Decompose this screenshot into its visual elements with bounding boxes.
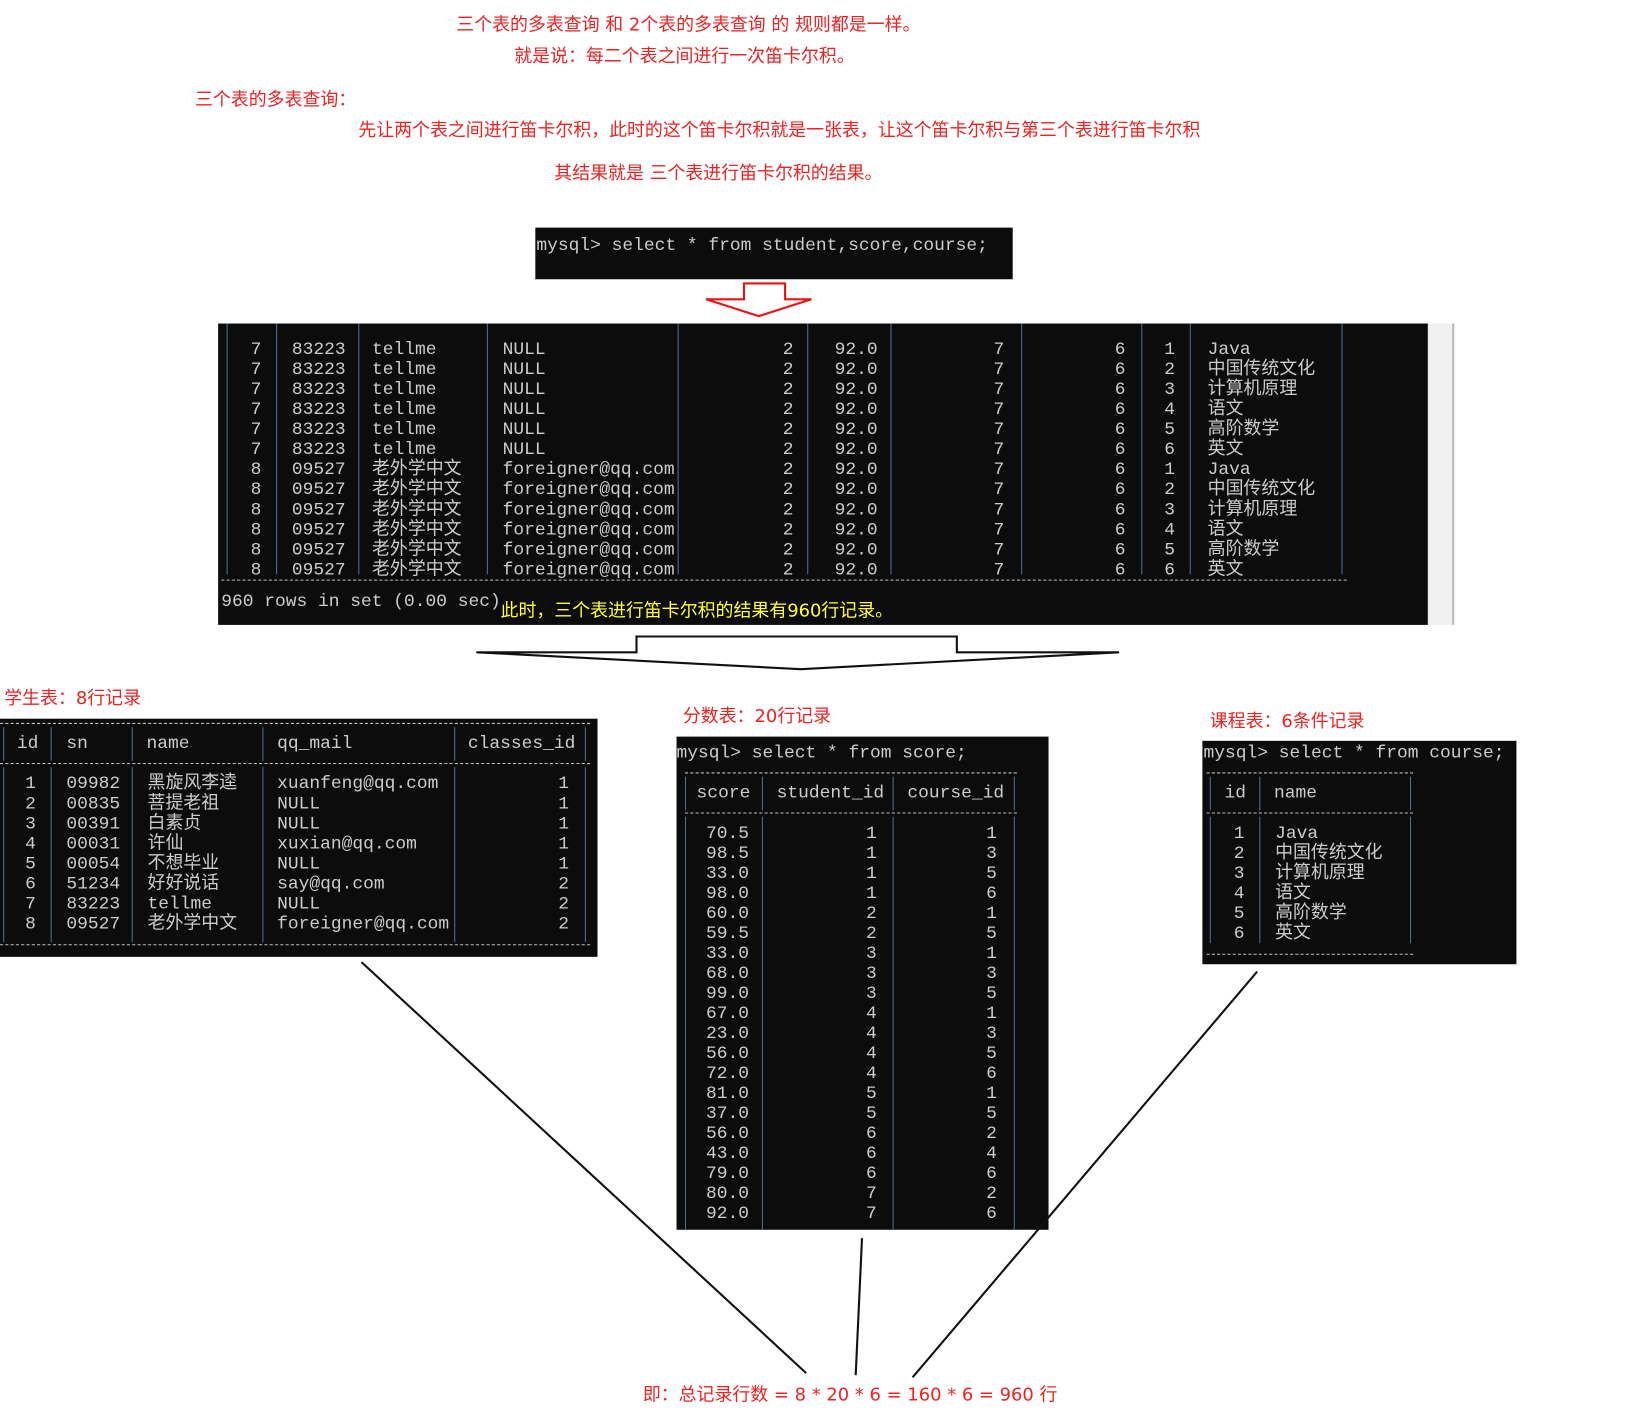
merge-bracket bbox=[476, 635, 1120, 671]
formula: 即：总记录行数 = 8 * 20 * 6 = 160 * 6 = 960 行 bbox=[642, 1384, 1058, 1406]
connector-overlay bbox=[360, 282, 1258, 1378]
connector-score bbox=[854, 1238, 864, 1376]
connector-course bbox=[911, 970, 1258, 1378]
connector-student bbox=[360, 961, 807, 1374]
down-arrow-icon bbox=[705, 282, 812, 318]
